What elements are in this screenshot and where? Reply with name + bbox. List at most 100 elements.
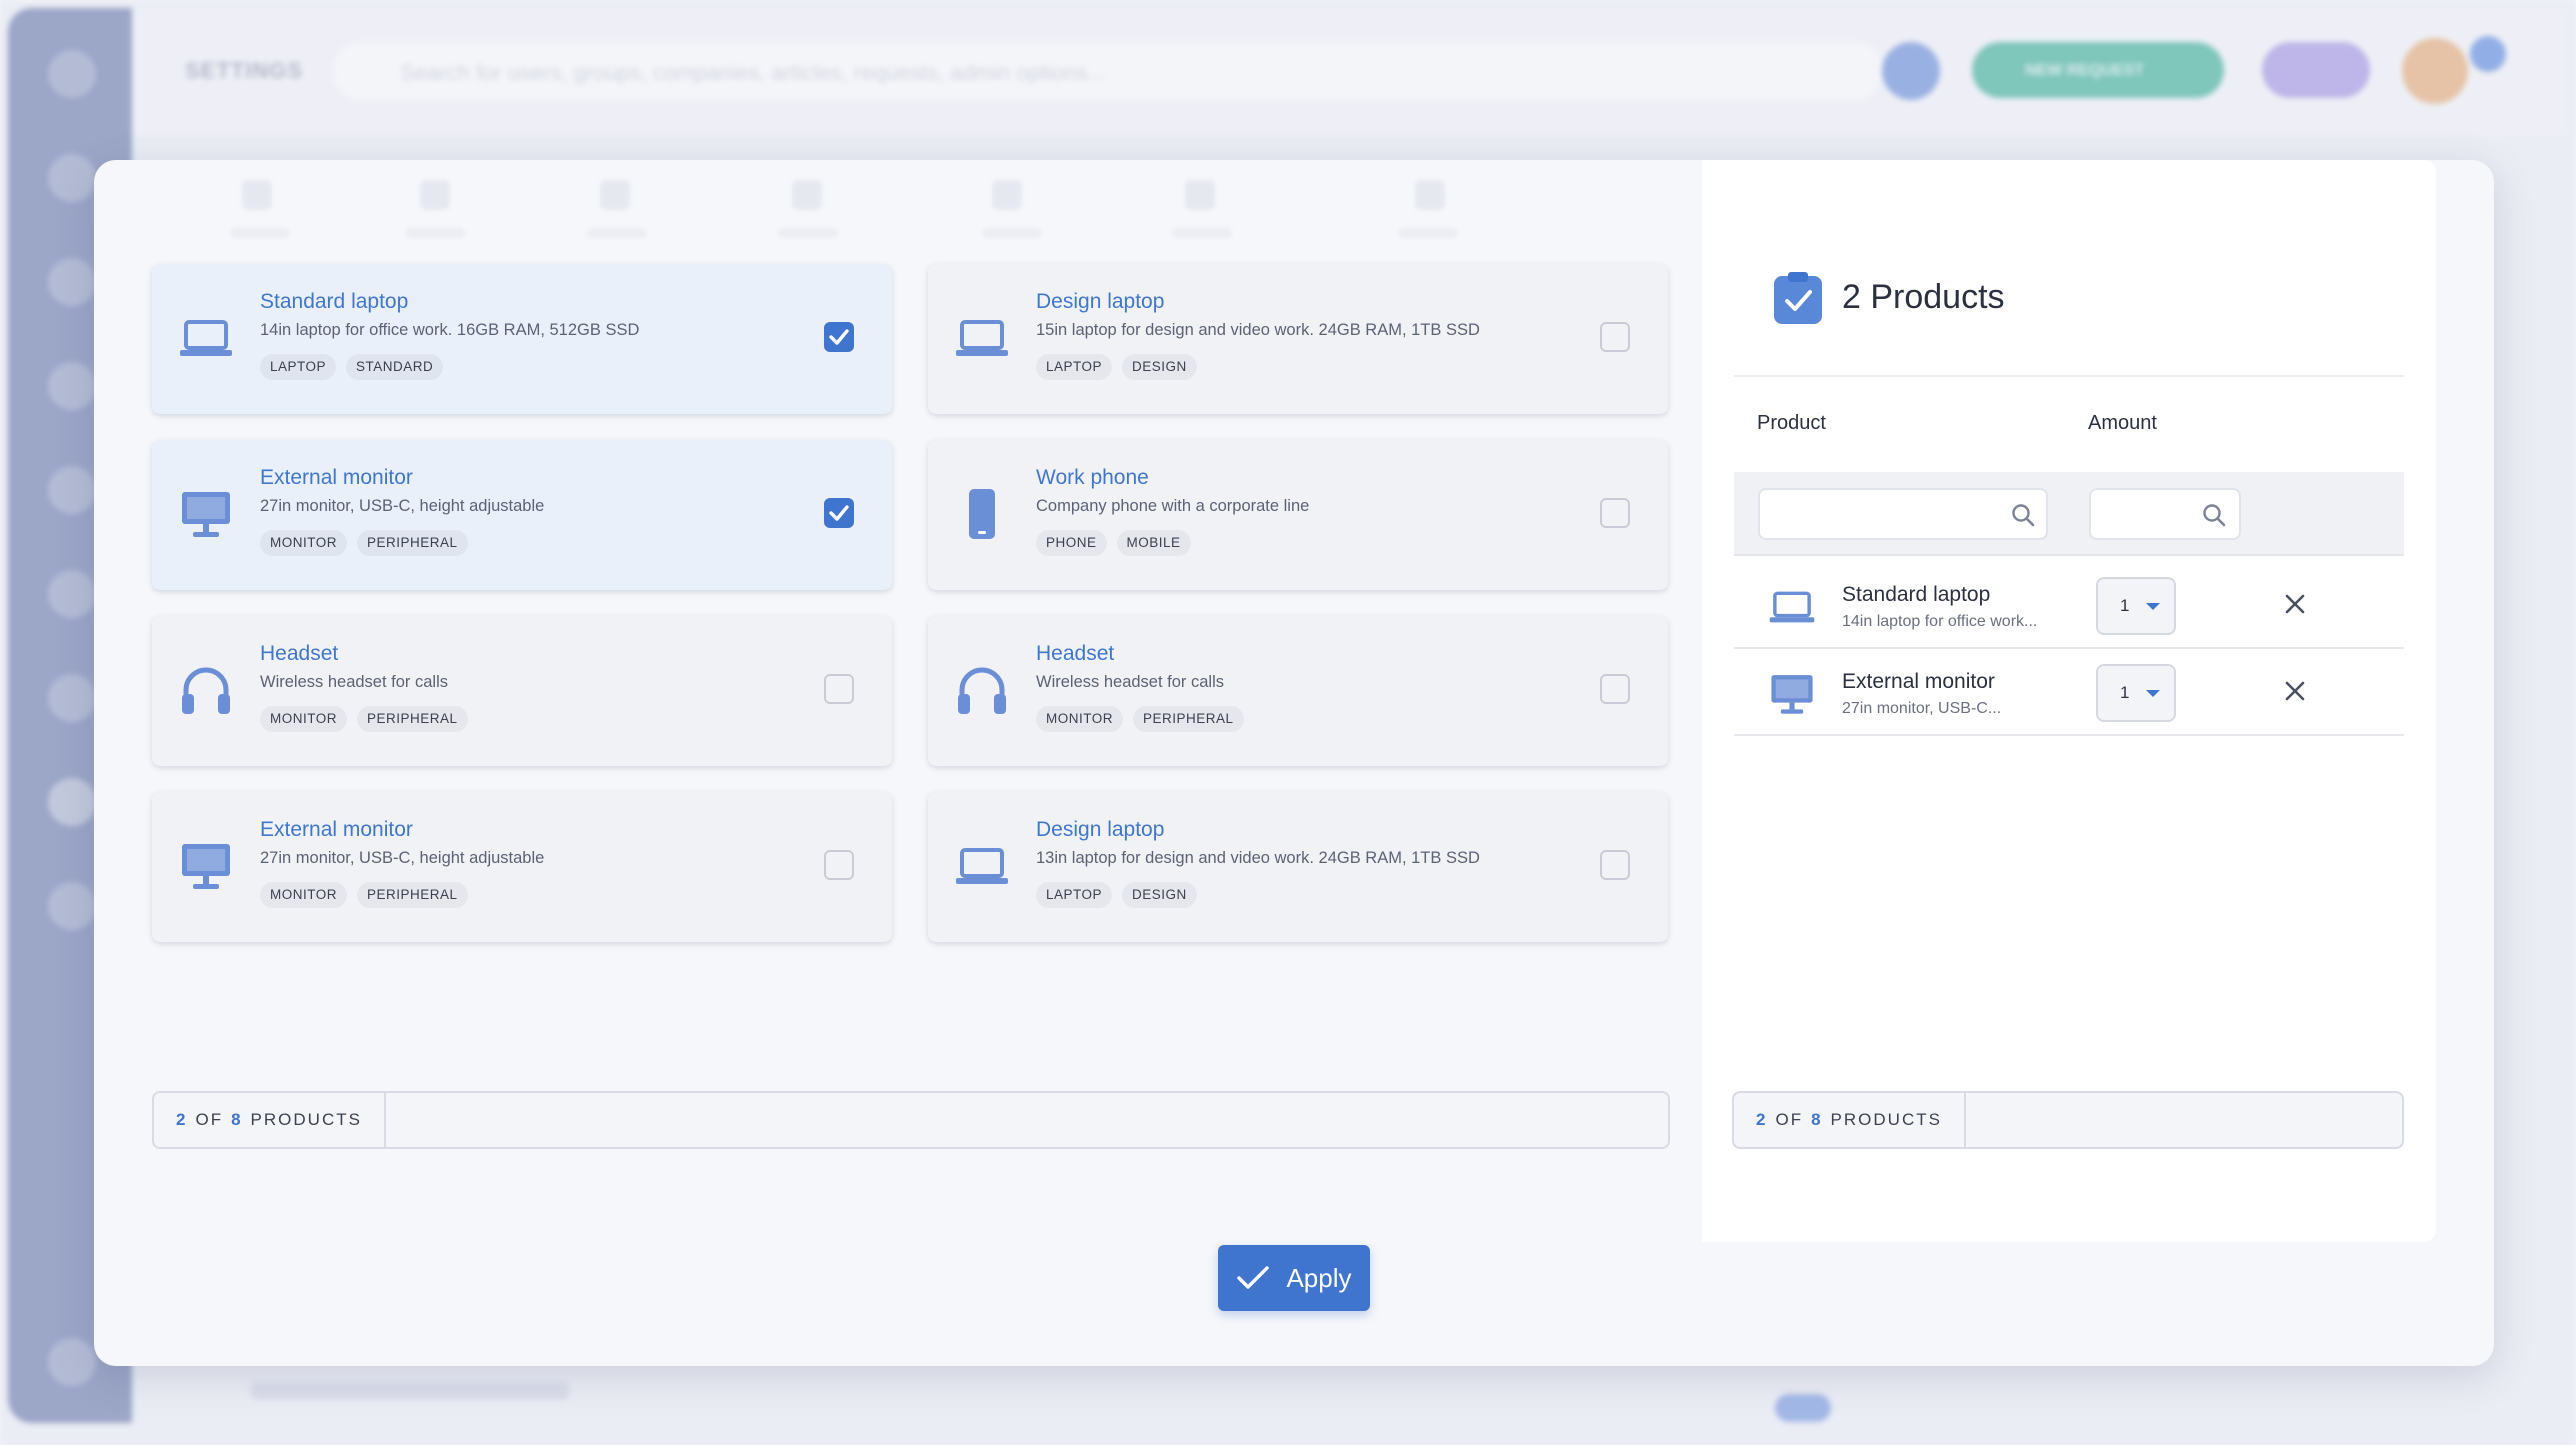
- product-name[interactable]: External monitor: [260, 818, 413, 842]
- laptop-icon: [954, 838, 1010, 894]
- product-tags: LAPTOP STANDARD: [260, 354, 444, 380]
- product-checkbox[interactable]: [824, 322, 854, 352]
- product-card[interactable]: Standard laptop 14in laptop for office wo…: [152, 264, 892, 414]
- laptop-icon: [954, 310, 1010, 366]
- selected-product-row: External monitor 27in monitor, USB-C... 1: [1734, 648, 2404, 736]
- amount-value: 1: [2120, 683, 2130, 702]
- product-card[interactable]: Headset Wireless headset for calls MONITOR…: [152, 616, 892, 766]
- product-checkbox[interactable]: [1600, 674, 1630, 704]
- amount-value: 1: [2120, 596, 2130, 615]
- product-tag: MONITOR: [1036, 706, 1123, 732]
- product-tags: LAPTOP DESIGN: [1036, 354, 1197, 380]
- product-tag: DESIGN: [1122, 354, 1197, 380]
- chevron-down-icon: [2146, 603, 2160, 610]
- panel-divider: [1734, 375, 2404, 377]
- amount-select[interactable]: 1: [2096, 577, 2176, 635]
- product-card[interactable]: External monitor 27in monitor, USB-C, hei…: [152, 792, 892, 942]
- product-name[interactable]: Work phone: [1036, 466, 1149, 490]
- selected-product-name: Standard laptop: [1842, 583, 1991, 606]
- selected-product-description: 14in laptop for office work...: [1842, 613, 2038, 630]
- close-icon[interactable]: [2280, 676, 2310, 706]
- product-description: Wireless headset for calls: [260, 673, 448, 691]
- product-card[interactable]: Design laptop 15in laptop for design and …: [928, 264, 1668, 414]
- selected-product-row: Standard laptop 14in laptop for office wo…: [1734, 561, 2404, 649]
- product-checkbox[interactable]: [1600, 498, 1630, 528]
- product-filter-input[interactable]: [1758, 488, 2048, 540]
- product-checkbox[interactable]: [824, 850, 854, 880]
- product-tag: DESIGN: [1122, 882, 1197, 908]
- product-description: 27in monitor, USB-C, height adjustable: [260, 497, 545, 515]
- product-tags: LAPTOP DESIGN: [1036, 882, 1197, 908]
- product-description: 13in laptop for design and video work. 2…: [1036, 849, 1480, 867]
- product-tags: MONITOR PERIPHERAL: [1036, 706, 1244, 732]
- product-tag: MONITOR: [260, 530, 347, 556]
- apply-label: Apply: [1286, 1262, 1352, 1293]
- product-tag: MONITOR: [260, 706, 347, 732]
- catalog-count-selected: 2: [176, 1110, 188, 1129]
- catalog-footer: 2 OF 8 PRODUCTS: [152, 1091, 1670, 1149]
- monitor-icon: [1764, 670, 1820, 718]
- panel-count-selected: 2: [1756, 1110, 1768, 1129]
- monitor-icon: [178, 838, 234, 894]
- product-tags: MONITOR PERIPHERAL: [260, 530, 468, 556]
- headset-icon: [954, 662, 1010, 718]
- clipboard-check-icon: [1774, 272, 1822, 324]
- product-description: 14in laptop for office work. 16GB RAM, 5…: [260, 321, 640, 339]
- tabs-ghost: [150, 170, 1650, 250]
- product-card[interactable]: External monitor 27in monitor, USB-C, hei…: [152, 440, 892, 590]
- product-description: Wireless headset for calls: [1036, 673, 1224, 691]
- monitor-icon: [178, 486, 234, 542]
- product-card[interactable]: Headset Wireless headset for calls MONITOR…: [928, 616, 1668, 766]
- product-tags: MONITOR PERIPHERAL: [260, 706, 468, 732]
- search-icon: [2203, 504, 2226, 527]
- product-tag: PHONE: [1036, 530, 1107, 556]
- panel-count-unit: PRODUCTS: [1830, 1110, 1942, 1129]
- panel-count: 2 OF 8 PRODUCTS: [1734, 1093, 1966, 1147]
- check-icon: [1237, 1266, 1270, 1289]
- phone-icon: [954, 486, 1010, 542]
- product-checkbox[interactable]: [1600, 850, 1630, 880]
- catalog-count-total: 8: [231, 1110, 243, 1129]
- headset-icon: [178, 662, 234, 718]
- amount-select[interactable]: 1: [2096, 664, 2176, 722]
- selected-product-name: External monitor: [1842, 670, 1995, 693]
- product-tags: PHONE MOBILE: [1036, 530, 1191, 556]
- product-name[interactable]: Design laptop: [1036, 290, 1164, 314]
- panel-title: 2 Products: [1842, 278, 2005, 316]
- selected-product-description: 27in monitor, USB-C...: [1842, 700, 2002, 717]
- product-checkbox[interactable]: [824, 674, 854, 704]
- product-tag: MONITOR: [260, 882, 347, 908]
- chevron-down-icon: [2146, 690, 2160, 697]
- product-tag: LAPTOP: [260, 354, 337, 380]
- product-name[interactable]: External monitor: [260, 466, 413, 490]
- column-header-product[interactable]: Product: [1757, 412, 1826, 435]
- product-tag: PERIPHERAL: [357, 882, 468, 908]
- product-name[interactable]: Design laptop: [1036, 818, 1164, 842]
- product-checkbox[interactable]: [824, 498, 854, 528]
- amount-filter-input[interactable]: [2089, 488, 2241, 540]
- product-tags: MONITOR PERIPHERAL: [260, 882, 468, 908]
- column-header-amount[interactable]: Amount: [2088, 412, 2157, 435]
- product-tag: LAPTOP: [1036, 354, 1113, 380]
- close-icon[interactable]: [2280, 589, 2310, 619]
- product-tag: STANDARD: [346, 354, 444, 380]
- laptop-icon: [1764, 583, 1820, 631]
- apply-button[interactable]: Apply: [1218, 1245, 1370, 1311]
- product-card[interactable]: Work phone Company phone with a corporate…: [928, 440, 1668, 590]
- panel-count-of: OF: [1775, 1110, 1804, 1129]
- product-card[interactable]: Design laptop 13in laptop for design and …: [928, 792, 1668, 942]
- product-tag: PERIPHERAL: [357, 706, 468, 732]
- product-name[interactable]: Standard laptop: [260, 290, 408, 314]
- product-checkbox[interactable]: [1600, 322, 1630, 352]
- panel-count-total: 8: [1811, 1110, 1823, 1129]
- product-name[interactable]: Headset: [260, 642, 338, 666]
- product-tag: LAPTOP: [1036, 882, 1113, 908]
- catalog-count-unit: PRODUCTS: [250, 1110, 362, 1129]
- product-tag: PERIPHERAL: [1133, 706, 1244, 732]
- product-name[interactable]: Headset: [1036, 642, 1114, 666]
- checkmark-icon: [829, 329, 849, 345]
- catalog-count-of: OF: [195, 1110, 224, 1129]
- product-description: 27in monitor, USB-C, height adjustable: [260, 849, 545, 867]
- search-icon: [2012, 504, 2035, 527]
- catalog-count: 2 OF 8 PRODUCTS: [154, 1093, 386, 1147]
